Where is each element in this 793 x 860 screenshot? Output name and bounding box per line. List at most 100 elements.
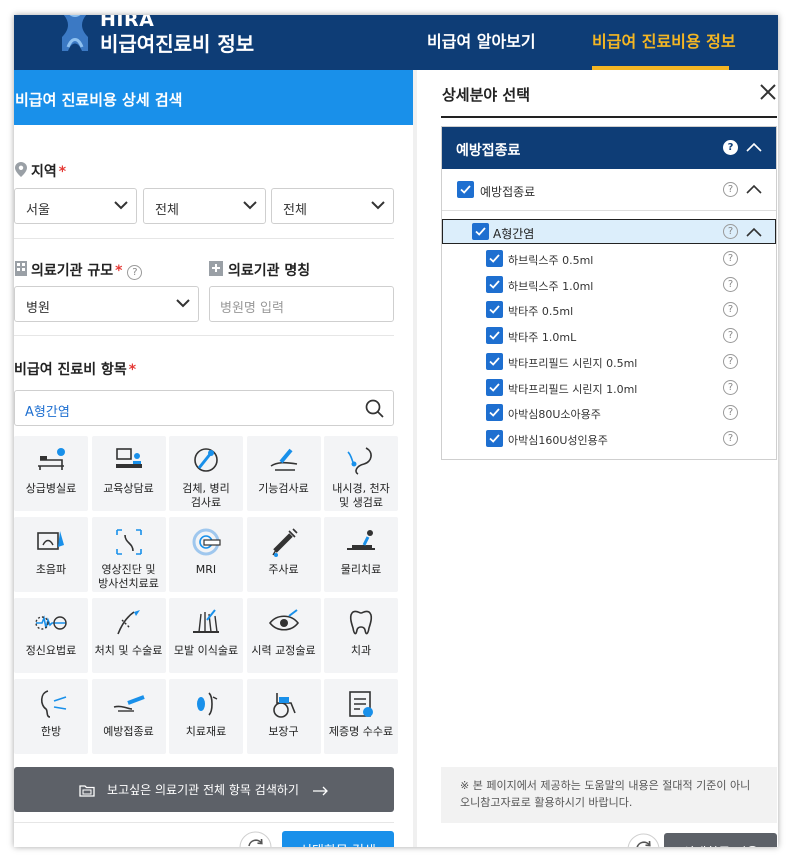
help-icon[interactable]: ? — [723, 328, 738, 344]
category-tile[interactable]: 처치 및 수술료 — [91, 598, 166, 673]
vaccine-row[interactable]: 아박심160U성인용주? — [442, 427, 777, 451]
help-icon[interactable]: ? — [127, 265, 143, 280]
disease-row[interactable]: A형간염 ? — [442, 219, 776, 244]
category-label: 검체, 병리 검사료 — [182, 482, 230, 509]
category-tile[interactable]: 물리치료 — [324, 517, 398, 592]
vaccine-row[interactable]: 하브릭스주 0.5ml? — [442, 247, 777, 271]
vaccine-row[interactable]: 아박심80U소아용주? — [442, 401, 777, 425]
help-icon[interactable]: ? — [723, 224, 738, 239]
sub-group-row[interactable]: 예방접종료 ? — [442, 169, 776, 211]
detail-select-panel: 상세분야 선택 예방접종료 ? 예방접종료 ? A형간염 ? 하브릭스주 0.5… — [417, 70, 778, 847]
institution-name-input[interactable]: 병원명 입력 — [209, 286, 394, 322]
vaccine-checkbox[interactable] — [486, 301, 503, 319]
vaccine-checkbox[interactable] — [486, 378, 503, 396]
vaccine-label: 아박심80U소아용주 — [508, 408, 601, 422]
site-title[interactable]: 비급여진료비 정보 — [100, 28, 254, 57]
category-tile[interactable]: 기능검사료 — [246, 436, 321, 511]
search-icon[interactable] — [365, 399, 384, 418]
sub-group-checkbox[interactable] — [457, 181, 474, 198]
bulk-search-button[interactable]: 보고싶은 의료기관 전체 항목 검색하기 — [14, 767, 394, 812]
category-tile[interactable]: 교육상담료 — [91, 436, 166, 511]
category-tile[interactable]: 주사료 — [246, 517, 321, 592]
region-sigungu-select[interactable]: 전체 — [143, 188, 266, 224]
check-icon — [489, 331, 500, 340]
endoscope-icon — [347, 447, 372, 475]
nav-noncovered-cost[interactable]: 비급여 진료비용 정보 — [592, 28, 736, 52]
category-tile[interactable]: 모발 이식술료 — [169, 598, 243, 673]
category-tile[interactable]: 예방접종료 — [91, 679, 166, 754]
category-tile[interactable]: 검체, 병리 검사료 — [169, 436, 243, 511]
help-icon[interactable]: ? — [723, 276, 738, 292]
category-tile[interactable]: 제증명 수수료 — [324, 679, 398, 754]
folder-icon — [79, 785, 95, 797]
reset-button[interactable] — [627, 833, 660, 847]
help-icon[interactable]: ? — [723, 251, 738, 266]
detail-panel-title: 상세분야 선택 — [442, 86, 531, 104]
category-label: 치료재료 — [185, 725, 227, 738]
help-icon[interactable]: ? — [723, 302, 738, 318]
category-label: 시력 교정술료 — [251, 644, 316, 657]
vaccine-checkbox[interactable] — [486, 352, 503, 370]
help-icon[interactable]: ? — [723, 405, 738, 421]
close-icon[interactable] — [760, 84, 776, 100]
chevron-up-icon[interactable] — [746, 184, 762, 194]
vaccine-checkbox[interactable] — [486, 275, 503, 293]
chevron-up-icon[interactable] — [746, 227, 762, 237]
reset-button[interactable] — [239, 831, 272, 847]
category-tile[interactable]: 정신요법료 — [14, 598, 88, 673]
check-icon — [489, 434, 500, 443]
vaccine-row[interactable]: 박타주 1.0mL? — [442, 324, 777, 348]
vaccine-checkbox[interactable] — [486, 327, 503, 345]
search-selected-button[interactable]: 선택항목 검색 — [282, 831, 394, 847]
hospital-bed-icon — [38, 448, 65, 470]
site-header: HIRA 비급여진료비 정보 비급여 알아보기 비급여 진료비용 정보 — [14, 15, 778, 70]
search-panel: 비급여 진료비용 상세 검색 지역 * 서울 전체 전체 의료기관 규모 * ?… — [14, 70, 413, 847]
nav-noncovered-about[interactable]: 비급여 알아보기 — [427, 28, 536, 52]
category-tile[interactable]: 초음파 — [14, 517, 88, 592]
category-tile[interactable]: MRI — [169, 517, 243, 592]
category-label: 교육상담료 — [103, 482, 154, 495]
vaccine-checkbox[interactable] — [486, 250, 503, 267]
help-icon[interactable]: ? — [723, 353, 738, 369]
divider — [14, 238, 394, 239]
treatment-material-icon — [197, 692, 218, 716]
hospital-icon — [209, 261, 223, 276]
category-tile[interactable]: 시력 교정술료 — [246, 598, 321, 673]
category-tile[interactable]: 보장구 — [246, 679, 321, 754]
tooth-icon — [349, 610, 373, 635]
category-tile[interactable]: 치료재료 — [169, 679, 243, 754]
help-icon[interactable]: ? — [723, 379, 738, 395]
vaccine-row[interactable]: 박타주 0.5ml? — [442, 298, 777, 322]
vaccine-row[interactable]: 박타프리필드 시린지 1.0ml? — [442, 376, 777, 400]
institution-scale-select[interactable]: 병원 — [14, 286, 199, 322]
region-dong-value: 전체 — [283, 203, 307, 218]
apply-selected-button[interactable]: 선택항목 적용 — [664, 833, 777, 847]
vaccine-row[interactable]: 하브릭스주 1.0ml? — [442, 273, 777, 297]
region-sido-select[interactable]: 서울 — [14, 188, 137, 224]
category-tile[interactable]: 내시경, 천자 및 생검료 — [324, 436, 398, 511]
category-tile[interactable]: 한방 — [14, 679, 88, 754]
help-icon[interactable]: ? — [723, 430, 738, 446]
disease-checkbox[interactable] — [472, 223, 489, 240]
vaccine-label: 박타프리필드 시린지 0.5ml — [508, 356, 638, 370]
category-label: 주사료 — [268, 563, 299, 576]
vaccine-checkbox[interactable] — [486, 404, 503, 422]
vaccine-row[interactable]: 박타프리필드 시린지 0.5ml? — [442, 350, 777, 374]
surgery-icon — [116, 610, 140, 635]
hira-logo-icon[interactable] — [58, 15, 92, 51]
item-search-input[interactable]: A형간염 — [14, 390, 394, 426]
region-dong-select[interactable]: 전체 — [271, 188, 394, 224]
location-pin-icon — [15, 162, 27, 177]
chevron-up-icon[interactable] — [746, 142, 762, 152]
category-tile[interactable]: 상급병실료 — [14, 436, 88, 511]
noncovered-items-label: 비급여 진료비 항목 * — [14, 359, 136, 379]
group-header[interactable]: 예방접종료 ? — [442, 127, 776, 169]
vaccine-checkbox[interactable] — [486, 429, 503, 447]
help-icon[interactable]: ? — [723, 140, 738, 155]
check-icon — [489, 254, 500, 263]
category-tile[interactable]: 치과 — [324, 598, 398, 673]
help-icon[interactable]: ? — [723, 182, 738, 197]
category-tile[interactable]: 영상진단 및 방사선치료료 — [91, 517, 166, 592]
title-underline — [441, 116, 777, 118]
wheelchair-icon — [272, 693, 296, 718]
